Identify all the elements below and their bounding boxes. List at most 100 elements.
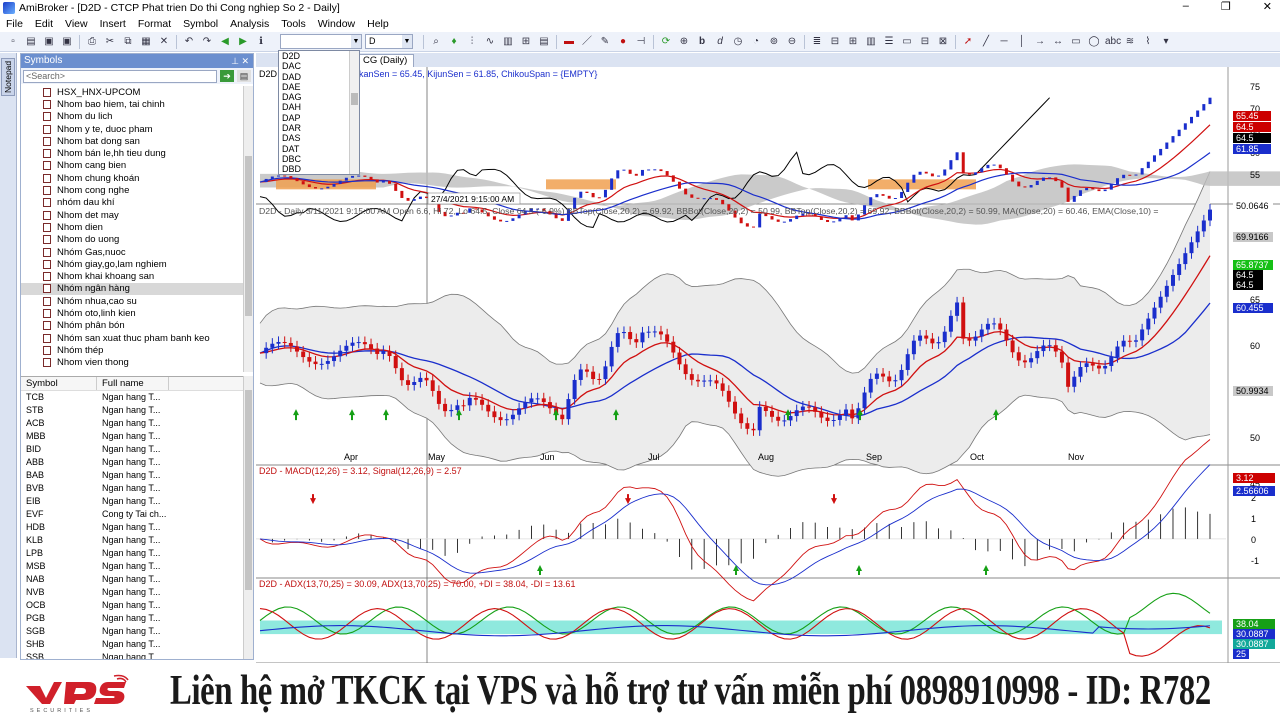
group-item[interactable]: Nhom du lich xyxy=(21,111,253,123)
menu-tools[interactable]: Tools xyxy=(275,18,312,30)
group-item[interactable]: Nhom cong nghe xyxy=(21,184,253,196)
group-item[interactable]: Nhóm giay,go,lam nghiem xyxy=(21,258,253,270)
hline-icon[interactable]: ─ xyxy=(997,35,1011,49)
menu-help[interactable]: Help xyxy=(361,18,395,30)
table-row[interactable]: ACB Ngan hang T... xyxy=(21,417,253,430)
group-item[interactable]: HSX_HNX-UPCOM xyxy=(21,86,253,98)
group-item[interactable]: Nhóm phân bón xyxy=(21,320,253,332)
bold-icon[interactable]: b xyxy=(695,35,709,49)
ray-icon[interactable]: ↔ xyxy=(1051,35,1065,49)
bars-icon[interactable]: ⫶ xyxy=(465,35,479,49)
window-icon[interactable]: ▭ xyxy=(900,35,914,49)
minimize-button[interactable]: – xyxy=(1183,0,1189,13)
back-icon[interactable]: ◀ xyxy=(218,35,232,49)
color-icon[interactable]: ▬ xyxy=(562,35,576,49)
restore-button[interactable]: ❐ xyxy=(1221,0,1231,13)
group-item[interactable]: Nhom bat dong san xyxy=(21,135,253,147)
table-row[interactable]: EVF Cong ty Tai ch... xyxy=(21,508,253,521)
notepad-tab[interactable]: Notepad xyxy=(1,58,15,96)
new-icon[interactable]: ▫ xyxy=(6,35,20,49)
text-tool-icon[interactable]: abc xyxy=(1105,35,1121,49)
table-row[interactable]: BVB Ngan hang T... xyxy=(21,482,253,495)
ellipse-icon[interactable]: ◯ xyxy=(1087,35,1101,49)
trendline-icon[interactable]: ╱ xyxy=(979,35,993,49)
list-icon[interactable]: ≣ xyxy=(810,35,824,49)
table-row[interactable]: LPB Ngan hang T... xyxy=(21,547,253,560)
marker-icon[interactable]: ● xyxy=(616,35,630,49)
menu-analysis[interactable]: Analysis xyxy=(224,18,275,30)
menu-window[interactable]: Window xyxy=(312,18,361,30)
rectangle-icon[interactable]: ▭ xyxy=(1069,35,1083,49)
save-icon[interactable]: ▣ xyxy=(42,35,56,49)
cut-icon[interactable]: ✂ xyxy=(103,35,117,49)
spreadsheet-icon[interactable]: ⊞ xyxy=(846,35,860,49)
group-item[interactable]: Nhom vien thong xyxy=(21,357,253,369)
menu-file[interactable]: File xyxy=(0,18,29,30)
group-item[interactable]: Nhom y te, duoc pham xyxy=(21,123,253,135)
close-button[interactable]: ✕ xyxy=(1263,0,1272,13)
group-item[interactable]: Nhom bán le,hh tieu dung xyxy=(21,147,253,159)
line-chart-icon[interactable]: ∿ xyxy=(483,35,497,49)
chart-canvas[interactable]: D2D kanSen = 65.45, KijunSen = 61.85, Chi… xyxy=(256,53,1280,664)
dropdown-item[interactable]: DAH xyxy=(279,102,359,112)
fibonacci-icon[interactable]: ≋ xyxy=(1123,35,1137,49)
tile-icon[interactable]: ⊠ xyxy=(936,35,950,49)
group-item[interactable]: Nhóm san xuat thuc pham banh keo xyxy=(21,332,253,344)
table-row[interactable]: HDB Ngan hang T... xyxy=(21,521,253,534)
chart-tab[interactable]: CG (Daily) xyxy=(356,54,415,67)
more-tools-icon[interactable]: ▾ xyxy=(1159,35,1173,49)
dropdown-scrollbar[interactable] xyxy=(349,51,359,174)
table-row[interactable]: MSB Ngan hang T... xyxy=(21,560,253,573)
group-item[interactable]: Nhom bao hiem, tai chinh xyxy=(21,98,253,110)
group-item[interactable]: Nhom khai khoang san xyxy=(21,270,253,282)
font-icon[interactable]: d xyxy=(713,35,727,49)
dropdown-item[interactable]: DAT xyxy=(279,144,359,154)
timer-icon[interactable]: ◷ xyxy=(731,35,745,49)
scrollbar-thumb[interactable] xyxy=(245,156,252,316)
symbol-dropdown-list[interactable]: D2D DAC DAD DAE DAG DAH DAP DAR DAS DAT DBC DBD xyxy=(278,50,360,175)
undo-icon[interactable]: ↶ xyxy=(182,35,196,49)
draw-line-icon[interactable]: ／ xyxy=(580,35,594,49)
table-row[interactable]: SGB Ngan hang T... xyxy=(21,625,253,638)
dropdown-item[interactable]: DAS xyxy=(279,133,359,143)
pen-icon[interactable]: ✎ xyxy=(598,35,612,49)
dropdown-item[interactable]: DBD xyxy=(279,164,359,174)
symbol-combo[interactable]: ▼ xyxy=(280,34,362,49)
dropdown-item[interactable]: DAR xyxy=(279,123,359,133)
table-row[interactable]: PGB Ngan hang T... xyxy=(21,612,253,625)
dropdown-item[interactable]: DAG xyxy=(279,92,359,102)
group-scrollbar[interactable] xyxy=(243,86,253,372)
print-icon[interactable]: ⎙ xyxy=(85,35,99,49)
info-icon[interactable]: ℹ xyxy=(254,35,268,49)
group-item[interactable]: Nhom chung khoán xyxy=(21,172,253,184)
measure-icon[interactable]: ⊣ xyxy=(634,35,648,49)
chart-window[interactable]: D2D kanSen = 65.45, KijunSen = 61.85, Chi… xyxy=(256,53,1280,664)
column-header-fullname[interactable]: Full name xyxy=(97,377,169,390)
group-item[interactable]: Nhom det may xyxy=(21,209,253,221)
arrow-icon[interactable]: → xyxy=(1033,35,1047,49)
dropdown-item[interactable]: DAD xyxy=(279,72,359,82)
group-item[interactable]: Nhom do uong xyxy=(21,234,253,246)
dropdown-item[interactable]: DBC xyxy=(279,154,359,164)
cursor-icon[interactable]: ➚ xyxy=(961,35,975,49)
table-row[interactable]: SHB Ngan hang T... xyxy=(21,638,253,651)
rows-icon[interactable]: ☰ xyxy=(882,35,896,49)
group-item[interactable]: Nhóm nhua,cao su xyxy=(21,295,253,307)
go-arrow-icon[interactable]: ➔ xyxy=(220,70,234,82)
filter-icon[interactable]: ▤ xyxy=(237,70,251,82)
table-row[interactable]: EIB Ngan hang T... xyxy=(21,495,253,508)
polyline-icon[interactable]: ⌇ xyxy=(1141,35,1155,49)
table-row[interactable]: BAB Ngan hang T... xyxy=(21,469,253,482)
group-item[interactable]: Nhóm thép xyxy=(21,344,253,356)
paste-icon[interactable]: ▦ xyxy=(139,35,153,49)
symbol-search-input[interactable]: <Search> xyxy=(23,69,217,83)
chevron-down-icon[interactable]: ▼ xyxy=(402,35,412,48)
interval-combo[interactable]: D ▼ xyxy=(365,34,413,49)
column-header-symbol[interactable]: Symbol xyxy=(21,377,97,390)
layout-icon[interactable]: ▤ xyxy=(537,35,551,49)
dropdown-item[interactable]: DAP xyxy=(279,113,359,123)
group-item[interactable]: Nhóm oto,linh kien xyxy=(21,307,253,319)
table-row[interactable]: SSB Ngan hang T... xyxy=(21,651,253,659)
table-row[interactable]: NVB Ngan hang T... xyxy=(21,586,253,599)
group-item[interactable]: Nhóm ngân hàng xyxy=(21,282,253,296)
